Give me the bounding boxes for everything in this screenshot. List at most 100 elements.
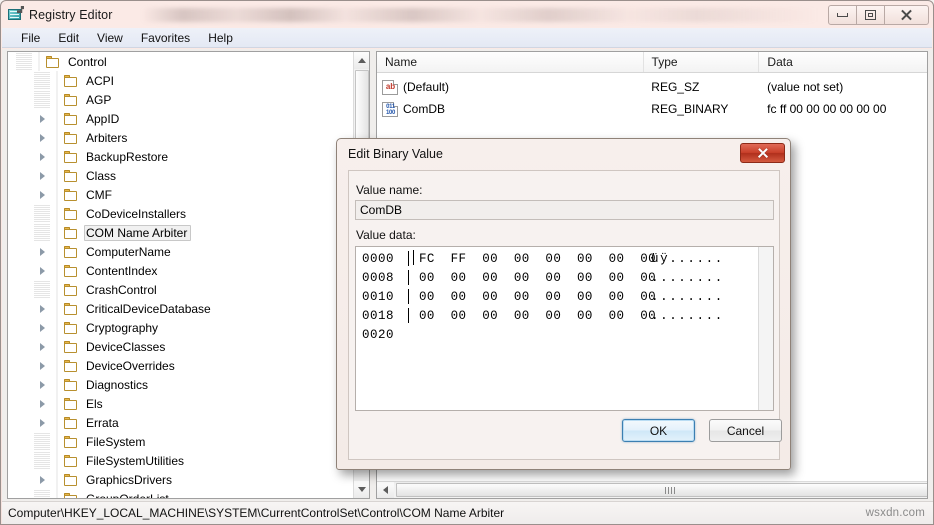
menu-item-edit[interactable]: Edit [49, 29, 88, 47]
tree-item-criticaldevicedatabase[interactable]: CriticalDeviceDatabase [8, 299, 356, 318]
tree-item-deviceclasses[interactable]: DeviceClasses [8, 337, 356, 356]
list-scroll-left-button[interactable] [377, 482, 394, 498]
folder-icon [63, 416, 79, 430]
expand-arrow-icon[interactable] [34, 394, 50, 413]
hex-vertical-scrollbar[interactable] [758, 247, 773, 410]
ok-button[interactable]: OK [622, 419, 695, 442]
maximize-button[interactable] [856, 4, 885, 25]
tree-item-filesystem[interactable]: FileSystem [8, 432, 356, 451]
list-scrollbar-thumb[interactable] [396, 483, 927, 497]
triangle-right-icon [39, 399, 45, 408]
column-header-data[interactable]: Data [759, 52, 927, 72]
hex-row[interactable]: 0018 00 00 00 00 00 00 00 00........ [356, 306, 760, 325]
tree-item-errata[interactable]: Errata [8, 413, 356, 432]
chevron-left-icon [383, 486, 388, 494]
tree-connector [50, 90, 63, 109]
tree-item-label: FileSystem [86, 434, 146, 449]
registry-tree-pane: Control ACPI AGP AppID Arbiters BackupRestore… [7, 51, 370, 499]
tree-item-appid[interactable]: AppID [8, 109, 356, 128]
expand-arrow-icon[interactable] [34, 147, 50, 166]
value-data-cell: fc ff 00 00 00 00 00 00 [767, 102, 887, 116]
expand-arrow-icon[interactable] [34, 337, 50, 356]
tree-item-els[interactable]: Els [8, 394, 356, 413]
folder-icon [63, 435, 79, 449]
expand-arrow-icon[interactable] [34, 318, 50, 337]
value-type-cell: REG_SZ [651, 80, 700, 94]
tree-item-computername[interactable]: ComputerName [8, 242, 356, 261]
tree-connector [50, 299, 63, 318]
table-row[interactable]: 011 100 ComDB REG_BINARY fc ff 00 00 00 00 0… [377, 98, 927, 120]
hex-editor[interactable]: 0000 FC FF 00 00 00 00 00 00 üÿ...... 0008 0… [355, 246, 774, 411]
dotted-guide-icon [34, 451, 50, 470]
column-header-name[interactable]: Name [377, 52, 644, 72]
triangle-right-icon [39, 133, 45, 142]
hex-row[interactable]: 0020 [356, 325, 760, 344]
cancel-button[interactable]: Cancel [709, 419, 782, 442]
hex-row[interactable]: 0008 00 00 00 00 00 00 00 00........ [356, 268, 760, 287]
close-button[interactable] [884, 4, 929, 25]
dotted-guide-icon [34, 223, 50, 242]
hex-bytes: 00 00 00 00 00 00 00 00 [419, 308, 657, 323]
expand-arrow-icon[interactable] [34, 375, 50, 394]
tree-item-deviceoverrides[interactable]: DeviceOverrides [8, 356, 356, 375]
minimize-button[interactable] [828, 4, 857, 25]
tree-item-class[interactable]: Class [8, 166, 356, 185]
column-header-type[interactable]: Type [644, 52, 760, 72]
expand-arrow-icon[interactable] [34, 261, 50, 280]
tree-connector [50, 147, 63, 166]
tree-item-com-name-arbiter[interactable]: COM Name Arbiter [8, 223, 356, 242]
expand-arrow-icon[interactable] [34, 128, 50, 147]
tree-item-backuprestore[interactable]: BackupRestore [8, 147, 356, 166]
tree-item-codeviceinstallers[interactable]: CoDeviceInstallers [8, 204, 356, 223]
menu-item-favorites[interactable]: Favorites [132, 29, 199, 47]
tree-item-diagnostics[interactable]: Diagnostics [8, 375, 356, 394]
folder-icon [63, 302, 79, 316]
dotted-guide-icon [34, 280, 50, 299]
tree-scroll-down-button[interactable] [354, 481, 369, 498]
triangle-right-icon [39, 304, 45, 313]
expand-arrow-icon[interactable] [34, 109, 50, 128]
tree-item-label: Diagnostics [86, 377, 149, 392]
status-bar-path: Computer\HKEY_LOCAL_MACHINE\SYSTEM\Curre… [8, 506, 505, 520]
dialog-close-button[interactable] [740, 143, 785, 163]
expand-arrow-icon[interactable] [34, 356, 50, 375]
expand-arrow-icon[interactable] [34, 299, 50, 318]
tree-indent-guide [34, 280, 50, 299]
tree-item-label: BackupRestore [86, 149, 169, 164]
tree-item-crashcontrol[interactable]: CrashControl [8, 280, 356, 299]
tree-item-filesystemutilities[interactable]: FileSystemUtilities [8, 451, 356, 470]
hex-row[interactable]: 0010 00 00 00 00 00 00 00 00........ [356, 287, 760, 306]
menu-item-help[interactable]: Help [199, 29, 242, 47]
tree-item-label: Els [86, 396, 103, 411]
table-row[interactable]: ab (Default) REG_SZ (value not set) [377, 76, 927, 98]
hex-row[interactable]: 0000 FC FF 00 00 00 00 00 00 üÿ...... [356, 249, 760, 268]
expand-arrow-icon[interactable] [34, 413, 50, 432]
hex-ascii: ........ [651, 308, 724, 323]
expand-arrow-icon[interactable] [34, 242, 50, 261]
expand-arrow-icon[interactable] [34, 166, 50, 185]
tree-item-cmf[interactable]: CMF [8, 185, 356, 204]
folder-icon [63, 340, 79, 354]
tree-item-graphicsdrivers[interactable]: GraphicsDrivers [8, 470, 356, 489]
tree-item-acpi[interactable]: ACPI [8, 71, 356, 90]
menu-item-view[interactable]: View [88, 29, 132, 47]
tree-connector [50, 71, 63, 90]
dotted-guide-icon [34, 432, 50, 451]
expand-arrow-icon[interactable] [34, 185, 50, 204]
menu-item-file[interactable]: File [12, 29, 49, 47]
tree-item-cryptography[interactable]: Cryptography [8, 318, 356, 337]
blurred-title-text [142, 7, 819, 22]
tree-connector [50, 337, 63, 356]
tree-item-grouporderlist[interactable]: GroupOrderList [8, 489, 356, 498]
folder-icon [63, 283, 79, 297]
tree-item-contentindex[interactable]: ContentIndex [8, 261, 356, 280]
tree-item-control[interactable]: Control [8, 52, 356, 71]
tree-item-arbiters[interactable]: Arbiters [8, 128, 356, 147]
tree-connector [50, 432, 63, 451]
value-name-input[interactable]: ComDB [355, 200, 774, 220]
tree-item-agp[interactable]: AGP [8, 90, 356, 109]
hex-bytes: 00 00 00 00 00 00 00 00 [419, 289, 657, 304]
values-horizontal-scrollbar[interactable] [377, 481, 927, 498]
tree-scroll-up-button[interactable] [354, 52, 369, 69]
expand-arrow-icon[interactable] [34, 470, 50, 489]
